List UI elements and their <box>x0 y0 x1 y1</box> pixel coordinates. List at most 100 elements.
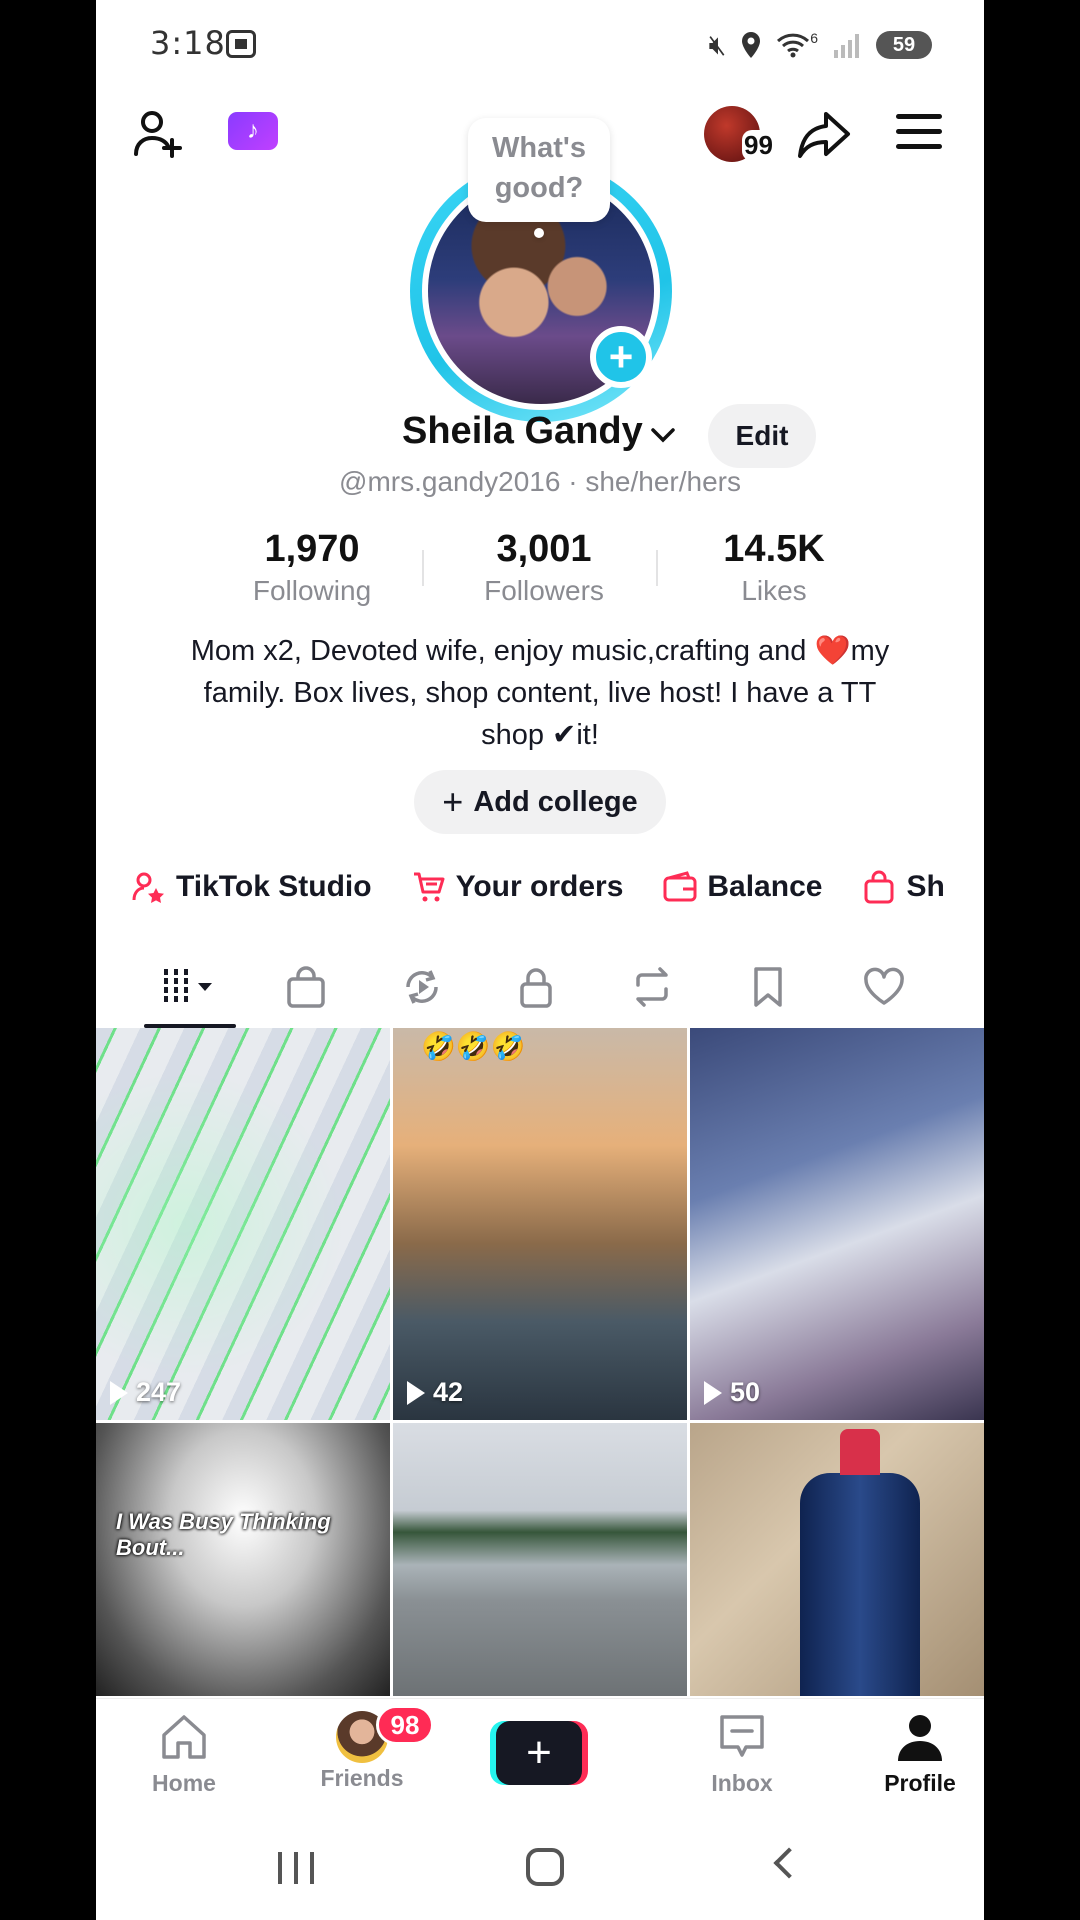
heart-icon <box>864 967 904 1005</box>
wifi-icon <box>777 33 810 58</box>
following-label: Following <box>252 575 372 606</box>
video-thumbnail[interactable]: 50 <box>690 1028 984 1420</box>
following-stat[interactable]: 1,970 Following <box>222 528 402 607</box>
videos-grid-icon <box>164 969 212 1005</box>
video-thumbnail[interactable]: 🤣🤣🤣 42 <box>393 1028 687 1420</box>
username-handle: @mrs.gandy2016 · she/her/hers <box>339 466 741 497</box>
add-friend-icon[interactable] <box>132 106 188 162</box>
add-college-label: Add college <box>473 785 638 818</box>
recent-apps-icon[interactable] <box>278 1852 314 1884</box>
shop-link[interactable]: Sh <box>862 862 945 912</box>
view-count-value: 42 <box>433 1377 464 1407</box>
system-nav-bar <box>96 1812 984 1920</box>
view-count: 247 <box>110 1377 181 1408</box>
your-orders-link[interactable]: Your orders <box>412 862 624 912</box>
spin-repost-icon <box>406 970 438 1004</box>
inbox-icon <box>720 1715 764 1757</box>
wallet-icon <box>663 871 697 902</box>
name-row: Sheila Gandy Edit <box>96 404 984 468</box>
tab-reposts-spin[interactable] <box>374 948 470 1026</box>
tab-reposts[interactable] <box>604 948 700 1026</box>
edit-profile-button[interactable]: Edit <box>708 404 816 468</box>
balance-link[interactable]: Balance <box>663 862 822 912</box>
status-bar: 3:18 🔇︎ 6 59 <box>96 0 984 92</box>
tab-private[interactable] <box>488 948 584 1026</box>
nav-profile-label: Profile <box>884 1770 956 1796</box>
quick-link-label: Balance <box>707 870 823 903</box>
add-college-button[interactable]: + Add college <box>414 770 666 834</box>
repost-icon <box>636 967 668 1007</box>
note-bubble[interactable]: What's good? <box>468 118 610 238</box>
view-count-value: 247 <box>136 1377 182 1407</box>
nav-friends-label: Friends <box>320 1765 404 1791</box>
video-grid: 247 🤣🤣🤣 42 50 I Was Busy Thinking Bout..… <box>96 1028 984 1696</box>
shop-bag-icon <box>864 870 894 904</box>
create-button[interactable]: + <box>490 1721 588 1785</box>
add-story-plus-icon[interactable]: + <box>590 326 652 388</box>
share-icon[interactable] <box>796 106 852 162</box>
view-count: 42 <box>407 1377 463 1408</box>
plus-icon: + <box>442 781 464 822</box>
emoji-overlay: 🤣🤣🤣 <box>421 1031 526 1062</box>
heart-emoji-icon: ❤️ <box>814 635 851 667</box>
stat-divider <box>656 550 658 586</box>
play-icon <box>407 1380 425 1405</box>
bottle-image <box>800 1429 920 1696</box>
display-name[interactable]: Sheila Gandy <box>402 410 643 453</box>
checkmark-icon: ✔ <box>552 719 577 751</box>
video-thumbnail[interactable] <box>393 1423 687 1696</box>
back-icon[interactable] <box>773 1847 805 1879</box>
nav-inbox[interactable]: Inbox <box>672 1711 812 1797</box>
friends-notification-badge: 98 <box>376 1705 434 1745</box>
play-icon <box>110 1380 128 1405</box>
quick-link-label: Sh <box>906 870 945 903</box>
plus-icon: + <box>496 1721 582 1785</box>
bio-part: Mom x2, Devoted wife, enjoy music,crafti… <box>190 635 815 667</box>
wifi-signal-label: 6 <box>810 30 818 46</box>
battery-icon: 59 <box>876 31 932 59</box>
view-count: 50 <box>704 1377 760 1408</box>
tab-liked[interactable] <box>836 948 932 1026</box>
screenshot-icon <box>226 30 256 58</box>
followers-stat[interactable]: 3,001 Followers <box>454 528 634 607</box>
play-icon <box>704 1380 722 1405</box>
tiktok-studio-shortcut-icon[interactable]: ♪ <box>228 112 278 150</box>
studio-star-icon <box>132 872 164 903</box>
likes-count: 14.5K <box>723 528 825 570</box>
cart-icon <box>413 872 445 902</box>
video-thumbnail[interactable]: I Was Busy Thinking Bout... <box>96 1423 390 1696</box>
profile-stats: 1,970 Following 3,001 Followers 14.5K Li… <box>96 528 984 608</box>
likes-label: Likes <box>741 575 807 606</box>
signal-icon <box>834 34 859 58</box>
content-tabs <box>96 948 984 1028</box>
following-count: 1,970 <box>264 528 360 570</box>
profile-icon <box>898 1715 942 1761</box>
tiktok-studio-link[interactable]: TikTok Studio <box>132 862 372 912</box>
home-button-icon[interactable] <box>526 1848 564 1886</box>
quick-link-label: TikTok Studio <box>176 870 372 903</box>
shop-bag-icon <box>287 966 325 1008</box>
nav-profile[interactable]: Profile <box>850 1711 984 1797</box>
thumbnail-caption: I Was Busy Thinking Bout... <box>116 1509 331 1560</box>
chevron-down-icon[interactable] <box>650 422 676 448</box>
mute-icon: 🔇︎ <box>708 28 727 61</box>
video-thumbnail[interactable] <box>690 1423 984 1696</box>
tab-shop[interactable] <box>258 948 354 1026</box>
location-icon <box>742 32 761 58</box>
menu-icon[interactable] <box>896 114 942 152</box>
nav-home[interactable]: Home <box>114 1711 254 1797</box>
quick-link-label: Your orders <box>455 870 624 903</box>
quick-links-row: TikTok Studio Your orders Balance Sh <box>132 862 984 912</box>
bottom-nav: Home 98 Friends + Inbox Profile <box>96 1698 984 1810</box>
likes-stat[interactable]: 14.5K Likes <box>684 528 864 607</box>
nav-friends[interactable]: 98 Friends <box>292 1705 434 1792</box>
tab-videos[interactable] <box>144 948 236 1026</box>
tab-favorites[interactable] <box>720 948 816 1026</box>
home-icon <box>162 1715 206 1759</box>
video-thumbnail[interactable]: 247 <box>96 1028 390 1420</box>
followers-label: Followers <box>484 575 604 606</box>
story-count-badge: 99 <box>742 130 775 161</box>
bookmark-icon <box>754 967 782 1007</box>
status-icons: 🔇︎ 6 59 <box>709 28 932 62</box>
bio-text: Mom x2, Devoted wife, enjoy music,crafti… <box>172 630 908 756</box>
